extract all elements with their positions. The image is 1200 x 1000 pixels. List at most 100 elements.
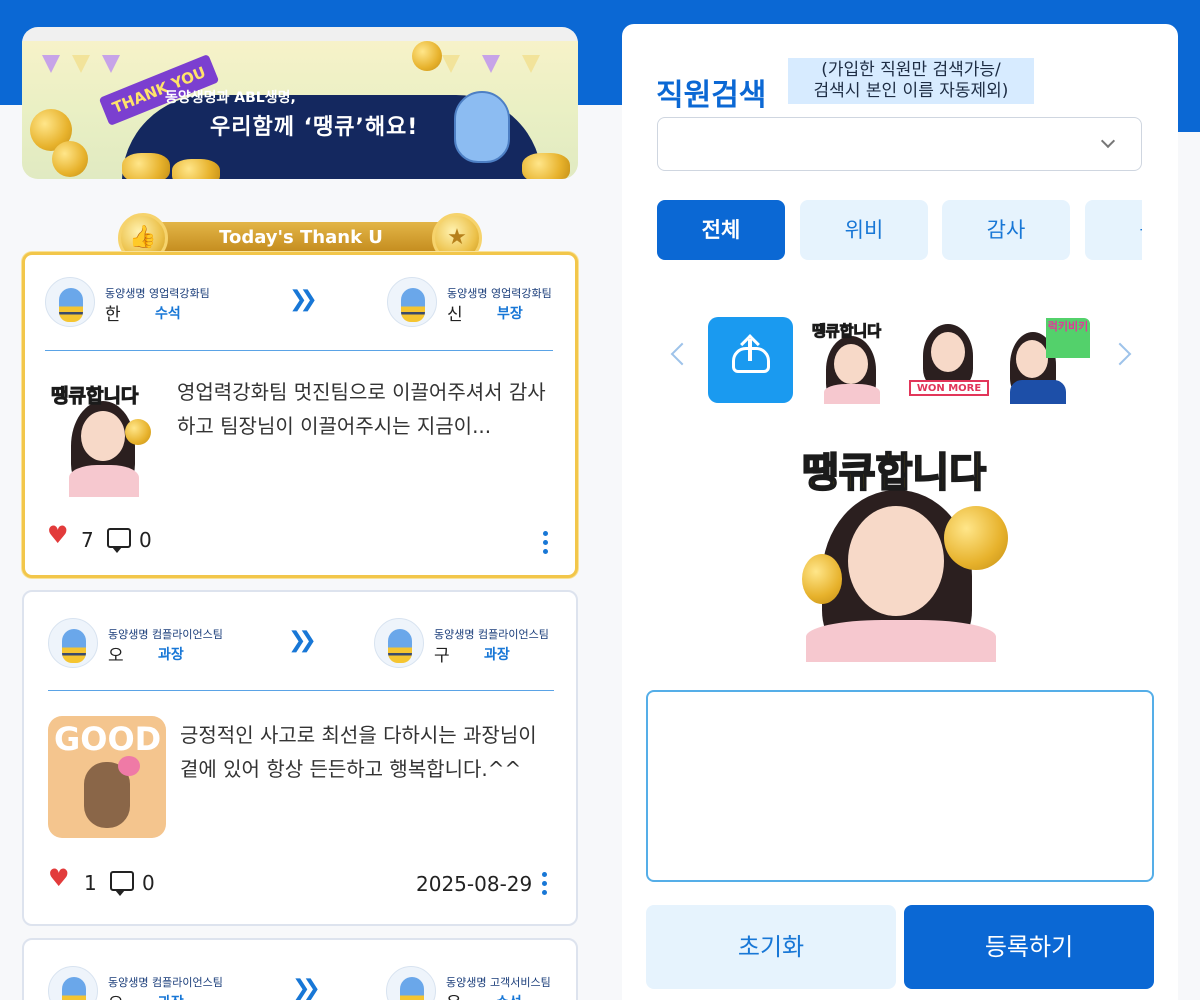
avatar <box>386 966 436 1000</box>
todays-thanku-title: Today's Thank U <box>132 222 470 254</box>
bee-avatar-icon <box>388 629 412 663</box>
avatar <box>387 277 437 327</box>
kebab-icon[interactable] <box>543 531 549 558</box>
sticker-thumb[interactable]: 땡큐합니다 <box>806 318 892 404</box>
bunting-flag <box>482 55 500 73</box>
divider <box>48 690 554 691</box>
search-hint-line2: 검색시 본인 이름 자동제외) <box>813 81 1009 101</box>
avatar <box>48 618 98 668</box>
bee-avatar-icon <box>400 977 424 1000</box>
thanks-card[interactable]: 동양생명 컴플라이언스팀 오 과장 ❯❯ 동양생명 고객서비스팀 윤 수석 <box>22 938 578 1000</box>
sender-org: 동양생명 컴플라이언스팀 <box>108 976 223 989</box>
search-hint-line1: (가입한 직원만 검색가능/ <box>821 60 1001 80</box>
coin-stack-icon <box>172 159 220 179</box>
arrow-right-icon: ❯❯ <box>288 628 317 653</box>
sticker-thumb[interactable]: 럭키비키 <box>1004 318 1090 404</box>
chevron-down-icon <box>1100 133 1116 149</box>
sender-name: 한 <box>105 305 121 325</box>
bee-avatar-icon <box>59 288 83 322</box>
won-more-label: WON MORE <box>909 380 989 396</box>
upload-button[interactable] <box>708 317 793 403</box>
bunting-flag <box>72 55 90 73</box>
tab-thanks[interactable]: 감사 <box>942 200 1070 260</box>
bee-avatar-icon <box>62 629 86 663</box>
jacket-shape <box>1010 380 1066 404</box>
arrow-right-icon: ❯❯ <box>289 287 318 312</box>
preview-sticker-text: 땡큐합니다 <box>801 449 987 497</box>
avatar <box>374 618 424 668</box>
panel-title: 직원검색 <box>656 78 767 113</box>
heart-icon[interactable]: ♥ <box>47 521 69 549</box>
coin-icon <box>125 419 151 445</box>
sticker-category-tabs: 전체 위비 감사 응 <box>657 200 1142 260</box>
sticker-text: 땡큐합니다 <box>50 385 139 408</box>
message-textarea[interactable] <box>646 690 1154 882</box>
coin-icon <box>802 554 842 604</box>
comment-icon[interactable] <box>107 528 131 553</box>
sender-rank: 과장 <box>158 992 184 1000</box>
sticker-text: GOOD <box>54 720 162 758</box>
face-shape <box>834 344 868 384</box>
sender-name: 오 <box>108 646 124 666</box>
avatar <box>45 277 95 327</box>
comment-count: 0 <box>142 871 155 895</box>
comment-icon[interactable] <box>110 871 134 896</box>
bunting-flag <box>522 55 540 73</box>
selected-sticker-preview: 땡큐합니다 <box>786 440 1016 662</box>
shirt-shape <box>824 384 880 404</box>
recipient-rank: 부장 <box>497 306 523 322</box>
thanks-card[interactable]: 동양생명 컴플라이언스팀 오 과장 ❯❯ 동양생명 컴플라이언스팀 구 과장 G… <box>22 590 578 926</box>
lucky-label: 럭키비키 <box>1046 318 1090 358</box>
sender-name: 오 <box>108 989 124 1000</box>
avatar <box>48 966 98 1000</box>
post-date: 2025-08-29 <box>416 872 533 896</box>
bee-avatar-icon <box>401 288 425 322</box>
comment-count: 0 <box>139 528 152 552</box>
tab-wibee[interactable]: 위비 <box>800 200 928 260</box>
submit-button[interactable]: 등록하기 <box>904 905 1154 989</box>
coin-icon <box>944 506 1008 570</box>
kebab-icon[interactable] <box>542 872 548 899</box>
recipient-org: 동양생명 컴플라이언스팀 <box>434 628 549 641</box>
recipient-org: 동양생명 영업력강화팀 <box>447 287 552 300</box>
tab-cheer[interactable]: 응 <box>1085 200 1142 260</box>
tab-all[interactable]: 전체 <box>657 200 785 260</box>
heart-icon[interactable]: ♥ <box>48 864 70 892</box>
like-count: 1 <box>84 871 97 895</box>
recipient-name: 구 <box>434 646 450 666</box>
recipient-rank: 과장 <box>484 647 510 663</box>
sender-rank: 과장 <box>158 647 184 663</box>
good-sticker: GOOD <box>48 716 166 838</box>
thank-you-sticker: 땡큐합니다 <box>47 379 159 497</box>
sender-org: 동양생명 영업력강화팀 <box>105 287 210 300</box>
recipient-name: 신 <box>447 305 463 325</box>
coin-icon <box>52 141 88 177</box>
coin-icon <box>412 41 442 71</box>
arrow-right-icon: ❯❯ <box>292 976 321 1000</box>
bunting-flag <box>102 55 120 73</box>
bunting-flag <box>42 55 60 73</box>
bunting-flag <box>442 55 460 73</box>
reset-button[interactable]: 초기화 <box>646 905 896 989</box>
sticker-thumb[interactable]: WON MORE <box>905 318 991 404</box>
sender-rank: 수석 <box>155 306 181 322</box>
face-shape <box>931 332 965 372</box>
sender-org: 동양생명 컴플라이언스팀 <box>108 628 223 641</box>
like-count: 7 <box>81 528 94 552</box>
search-hint: (가입한 직원만 검색가능/ 검색시 본인 이름 자동제외) <box>788 58 1034 104</box>
recipient-org: 동양생명 고객서비스팀 <box>446 976 551 989</box>
bee-mascot-icon <box>454 91 510 163</box>
banner-line1: 동양생명과 ABL생명, <box>165 90 296 106</box>
heart-balloon-icon <box>118 756 140 776</box>
shirt-shape <box>806 620 996 662</box>
face-shape <box>848 506 944 616</box>
thanks-card[interactable]: 동양생명 영업력강화팀 한 수석 ❯❯ 동양생명 영업력강화팀 신 부장 땡큐합… <box>22 252 578 578</box>
recipient-name: 윤 <box>446 989 462 1000</box>
coin-stack-icon <box>522 153 570 179</box>
promo-banner[interactable]: THANK YOU 동양생명과 ABL생명, 우리함께 ‘땡큐’해요! <box>22 27 578 179</box>
coin-stack-icon <box>122 153 170 179</box>
recipient-rank: 수석 <box>496 992 522 1000</box>
sticker-text: 땡큐합니다 <box>811 322 882 341</box>
face-shape <box>81 411 125 461</box>
employee-select[interactable] <box>657 117 1142 171</box>
